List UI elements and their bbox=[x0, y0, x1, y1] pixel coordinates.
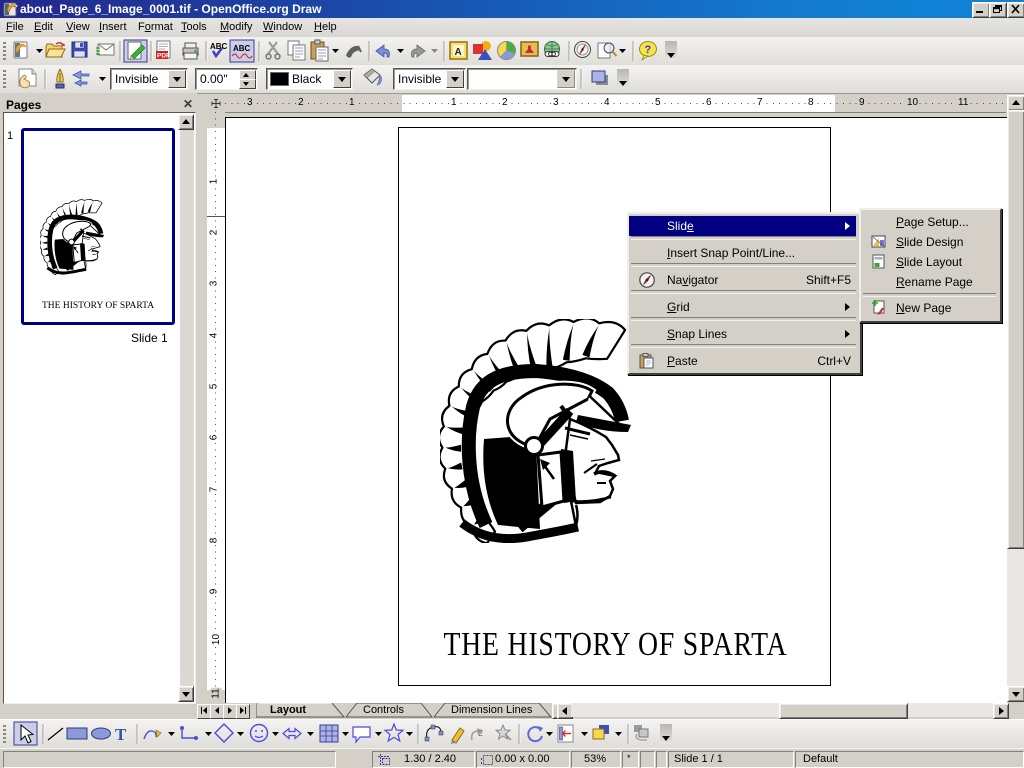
svg-text:2: 2 bbox=[478, 728, 483, 738]
svg-text:PDF: PDF bbox=[157, 53, 170, 60]
svg-text:ABC: ABC bbox=[233, 44, 251, 53]
svg-text:ABC: ABC bbox=[210, 42, 228, 51]
svg-text:A: A bbox=[455, 47, 462, 58]
svg-text:?: ? bbox=[645, 44, 652, 56]
svg-text:T: T bbox=[115, 725, 127, 744]
